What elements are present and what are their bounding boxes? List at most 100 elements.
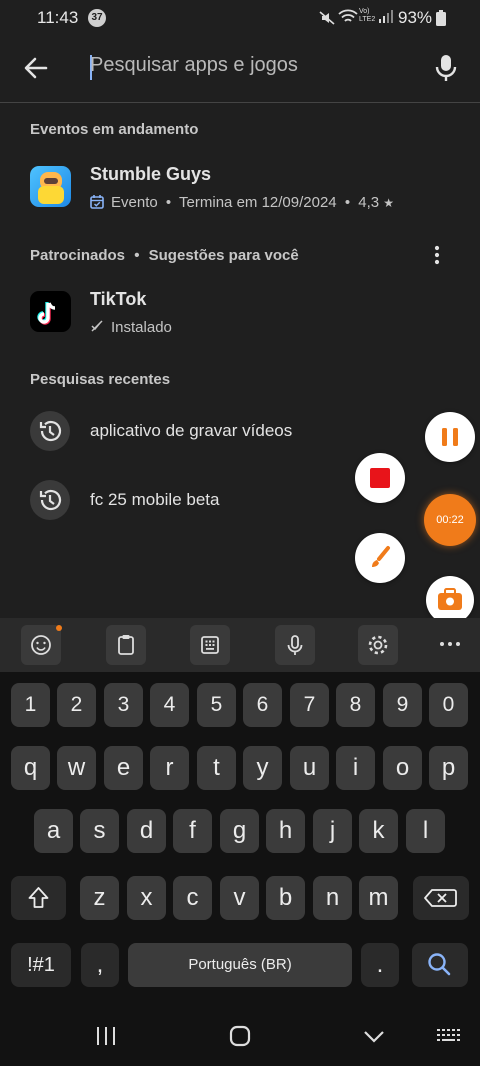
tiktok-name[interactable]: TikTok [90,289,146,310]
more-options-icon[interactable] [428,244,446,266]
rating-star-icon: ★ [383,196,395,210]
history-icon [30,411,70,451]
recording-timer[interactable]: 00:22 [424,494,476,546]
comma-key[interactable]: , [81,943,119,987]
space-key[interactable]: Português (BR) [128,943,352,987]
mic-icon [287,635,303,655]
installed-check-icon [91,320,103,332]
toolbox-icon [438,588,462,610]
symbols-key[interactable]: !#1 [11,943,71,987]
key[interactable]: 9 [383,683,422,727]
tiktok-app-icon[interactable] [30,291,71,332]
shift-key[interactable] [11,876,66,920]
key[interactable]: x [127,876,166,920]
recent-search-text: fc 25 mobile beta [90,490,220,509]
emoji-button[interactable] [21,625,62,665]
emoji-icon [31,635,51,655]
tiktok-logo-icon [37,302,56,325]
backspace-icon [424,889,457,907]
key[interactable]: 7 [290,683,329,727]
event-meta-line: Evento • Termina em 12/09/2024 • 4,3 ★ [111,194,394,211]
notification-count-badge: 37 [88,9,106,27]
stop-icon [370,468,390,488]
key[interactable]: i [336,746,375,790]
battery-percent: 93% [398,8,433,27]
key[interactable]: y [243,746,282,790]
key[interactable]: j [313,809,352,853]
keyboard-mode-button[interactable] [190,625,230,665]
key[interactable]: m [359,876,398,920]
key[interactable]: 2 [57,683,96,727]
pause-recording-button[interactable] [425,412,475,462]
keyboard-switch-icon[interactable] [436,1028,462,1044]
back-arrow-icon[interactable] [22,54,50,82]
key[interactable]: 3 [104,683,143,727]
home-icon[interactable] [228,1024,252,1048]
search-key[interactable] [412,943,468,987]
key[interactable]: 6 [243,683,282,727]
key[interactable]: g [220,809,259,853]
key[interactable]: u [290,746,329,790]
keyboard-toolbar [0,618,480,672]
keyboard-settings-button[interactable] [358,625,398,665]
draw-brush-button[interactable] [355,533,405,583]
separator-dot: • [344,194,351,211]
signal-icon [379,10,393,23]
voice-search-mic-icon[interactable] [432,53,460,83]
event-end-date: Termina em 12/09/2024 [179,194,337,211]
status-bar: 11:43 37 Vo) LTE2 93% [0,0,480,36]
key[interactable]: t [197,746,236,790]
key[interactable]: o [383,746,422,790]
key[interactable]: l [406,809,445,853]
gear-icon [368,635,388,655]
key[interactable]: 4 [150,683,189,727]
mute-icon [319,11,335,25]
event-tag: Evento [111,194,158,211]
separator-dot: • [134,247,140,264]
separator-dot: • [165,194,172,211]
installed-status: Instalado [111,319,172,336]
recent-apps-icon[interactable] [94,1026,118,1046]
section-sponsored-header: Patrocinados • Sugestões para você [30,247,299,264]
clipboard-icon [118,635,134,655]
key[interactable]: r [150,746,189,790]
recent-search-text: aplicativo de gravar vídeos [90,421,293,440]
key[interactable]: n [313,876,352,920]
search-icon [428,953,451,976]
recent-search-item[interactable]: aplicativo de gravar vídeos [0,403,420,459]
key[interactable]: h [266,809,305,853]
stumble-guys-app-icon[interactable] [30,166,71,207]
key[interactable]: b [266,876,305,920]
stumble-guys-name[interactable]: Stumble Guys [90,164,211,185]
key[interactable]: s [80,809,119,853]
divider [0,102,480,103]
key[interactable]: q [11,746,50,790]
key[interactable]: d [127,809,166,853]
key[interactable]: p [429,746,468,790]
history-icon [30,480,70,520]
key[interactable]: w [57,746,96,790]
key[interactable]: v [220,876,259,920]
hide-keyboard-chevron-icon[interactable] [362,1026,386,1046]
key[interactable]: f [173,809,212,853]
key[interactable]: 1 [11,683,50,727]
key[interactable]: k [359,809,398,853]
voice-input-button[interactable] [275,625,315,665]
key[interactable]: 5 [197,683,236,727]
more-icon[interactable] [438,636,462,652]
key[interactable]: c [173,876,212,920]
search-input[interactable]: Pesquisar apps e jogos [90,54,410,82]
network-type: Vo) LTE2 [359,8,376,23]
stop-recording-button[interactable] [355,453,405,503]
key[interactable]: 8 [336,683,375,727]
toolbox-button[interactable] [426,576,474,624]
key[interactable]: 0 [429,683,468,727]
key[interactable]: z [80,876,119,920]
backspace-key[interactable] [413,876,469,920]
clipboard-button[interactable] [106,625,146,665]
key[interactable]: a [34,809,73,853]
sponsored-label: Patrocinados [30,247,126,264]
period-key[interactable]: . [361,943,399,987]
pause-icon [442,428,458,446]
key[interactable]: e [104,746,143,790]
